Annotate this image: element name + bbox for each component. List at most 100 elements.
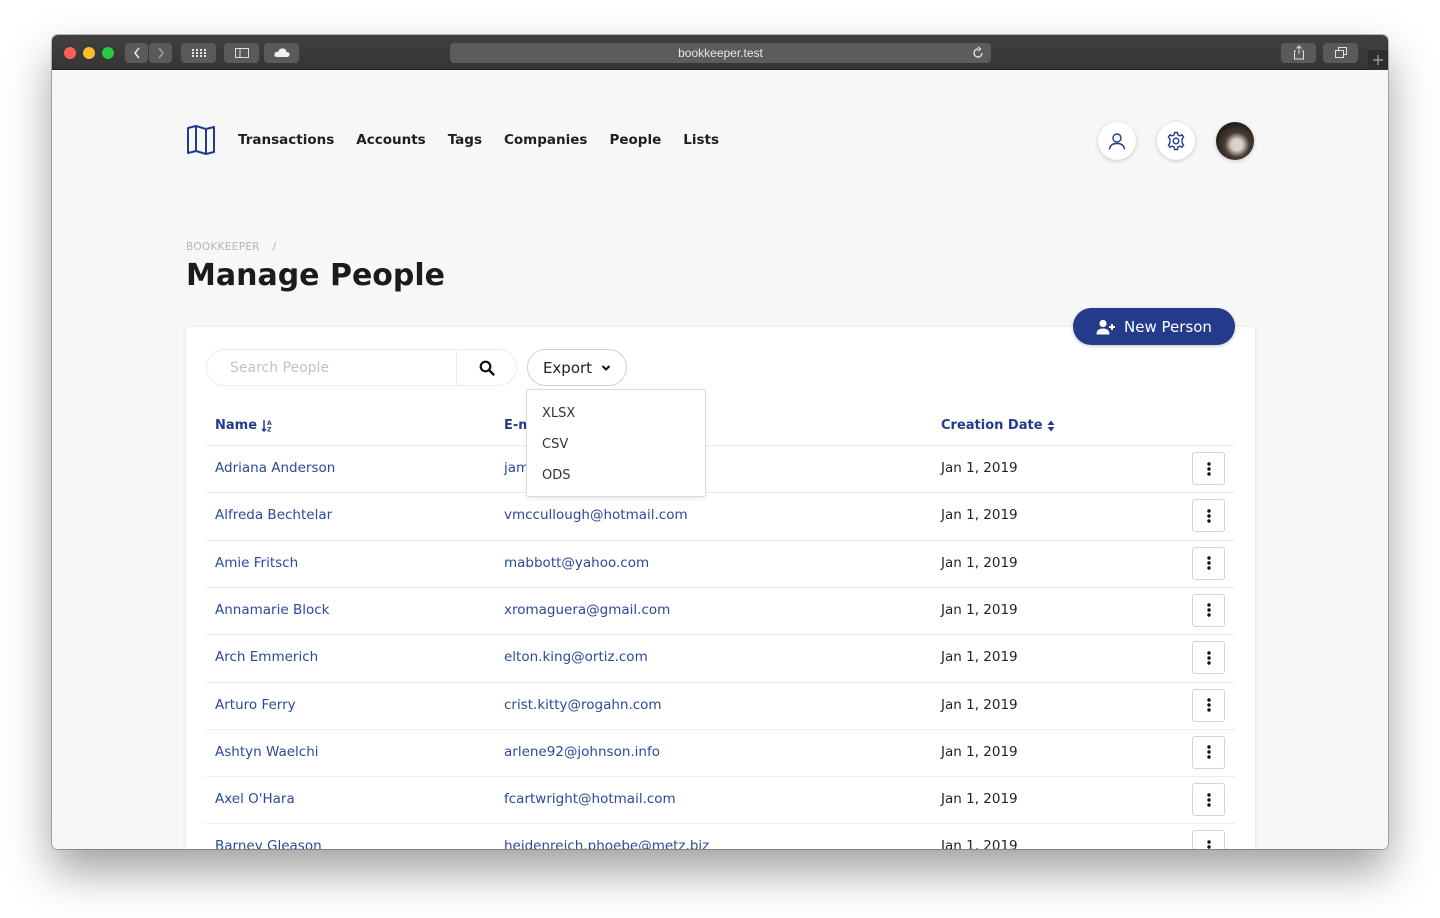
more-vertical-icon — [1206, 840, 1211, 849]
nav-people[interactable]: People — [609, 132, 661, 148]
person-email-link[interactable]: mabbott@yahoo.com — [504, 540, 649, 587]
person-name-link[interactable]: Adriana Anderson — [215, 445, 335, 492]
sort-icon — [1047, 420, 1055, 431]
table-row: Amie Fritsch mabbott@yahoo.com Jan 1, 2019 — [186, 540, 1255, 587]
new-person-button[interactable]: New Person — [1073, 308, 1235, 345]
cloud-icon — [273, 48, 290, 57]
chevron-left-icon — [133, 47, 140, 59]
row-actions-button[interactable] — [1192, 452, 1225, 485]
person-name-link[interactable]: Axel O'Hara — [215, 776, 295, 823]
more-vertical-icon — [1206, 650, 1211, 665]
user-plus-icon — [1096, 319, 1116, 334]
user-icon — [1108, 133, 1126, 150]
row-actions-button[interactable] — [1192, 783, 1225, 817]
column-header-creation-date[interactable]: Creation Date — [941, 418, 1055, 433]
table-row: Arturo Ferry crist.kitty@rogahn.com Jan 1,… — [186, 682, 1255, 729]
icloud-tabs-button[interactable] — [264, 43, 299, 63]
chevron-right-icon — [157, 47, 164, 59]
person-name-link[interactable]: Arturo Ferry — [215, 682, 296, 729]
nav-tags[interactable]: Tags — [448, 132, 482, 148]
person-name-link[interactable]: Amie Fritsch — [215, 540, 298, 587]
person-email-link[interactable]: xromaguera@gmail.com — [504, 587, 670, 634]
person-name-link[interactable]: Barney Gleason — [215, 823, 322, 849]
person-email-link[interactable]: vmccullough@hotmail.com — [504, 492, 688, 539]
nav-lists[interactable]: Lists — [683, 132, 719, 148]
minimize-window-button[interactable] — [83, 47, 95, 59]
export-dropdown-menu: XLSX CSV ODS — [526, 389, 706, 497]
row-actions-button[interactable] — [1192, 688, 1225, 722]
people-card: Export XLSX CSV ODS Name A Z E-m Cre — [186, 327, 1255, 849]
person-email-link[interactable]: elton.king@ortiz.com — [504, 634, 648, 681]
sidebar-toggle-button[interactable] — [224, 43, 259, 63]
row-actions-button[interactable] — [1192, 641, 1225, 675]
table-row: Barney Gleason heidenreich.phoebe@metz.bi… — [186, 823, 1255, 849]
share-icon — [1293, 45, 1304, 60]
search-button[interactable] — [457, 350, 517, 385]
user-profile-button[interactable] — [1098, 122, 1136, 160]
settings-button[interactable] — [1157, 122, 1195, 160]
person-email-link[interactable]: arlene92@johnson.info — [504, 729, 660, 776]
share-button[interactable] — [1281, 43, 1316, 63]
table-row: Ashtyn Waelchi arlene92@johnson.info Jan 1… — [186, 729, 1255, 776]
row-actions-button[interactable] — [1192, 593, 1225, 627]
breadcrumb-root[interactable]: BOOKKEEPER — [186, 241, 260, 253]
export-option-csv[interactable]: CSV — [527, 429, 705, 460]
column-header-name[interactable]: Name A Z — [215, 418, 274, 433]
person-name-link[interactable]: Annamarie Block — [215, 587, 329, 634]
person-creation-date: Jan 1, 2019 — [941, 838, 1018, 849]
person-creation-date: Jan 1, 2019 — [941, 743, 1018, 760]
person-name-link[interactable]: Arch Emmerich — [215, 634, 318, 681]
row-actions-button[interactable] — [1192, 830, 1225, 849]
new-person-label: New Person — [1124, 317, 1212, 336]
main-nav: Transactions Accounts Tags Companies Peo… — [186, 124, 741, 156]
person-creation-date: Jan 1, 2019 — [941, 649, 1018, 666]
search-icon — [479, 360, 495, 376]
person-email-link[interactable]: heidenreich.phoebe@metz.biz — [504, 823, 709, 849]
person-creation-date: Jan 1, 2019 — [941, 507, 1018, 524]
user-avatar[interactable] — [1216, 122, 1254, 160]
svg-text:Z: Z — [267, 427, 272, 433]
new-tab-button[interactable] — [1368, 50, 1388, 70]
address-bar[interactable]: bookkeeper.test — [450, 43, 991, 63]
more-vertical-icon — [1206, 698, 1211, 712]
breadcrumb-separator: / — [272, 241, 277, 253]
export-option-ods[interactable]: ODS — [527, 460, 705, 491]
plus-icon — [1373, 55, 1383, 65]
name-header-label: Name — [215, 418, 258, 433]
page-title: Manage People — [186, 258, 446, 293]
browser-window: bookkeeper.test Transactions Accounts Ta… — [52, 35, 1388, 849]
more-vertical-icon — [1206, 603, 1211, 618]
book-map-logo-icon[interactable] — [186, 124, 216, 156]
person-creation-date: Jan 1, 2019 — [941, 791, 1018, 808]
reload-icon[interactable] — [971, 46, 985, 60]
maximize-window-button[interactable] — [102, 47, 114, 59]
export-button[interactable]: Export — [527, 349, 627, 386]
nav-companies[interactable]: Companies — [504, 132, 587, 148]
table-row: Annamarie Block xromaguera@gmail.com Jan 1… — [186, 587, 1255, 634]
table-row: Alfreda Bechtelar vmccullough@hotmail.com… — [186, 492, 1255, 539]
person-name-link[interactable]: Alfreda Bechtelar — [215, 492, 332, 539]
gear-icon — [1167, 131, 1185, 151]
nav-accounts[interactable]: Accounts — [356, 132, 425, 148]
more-vertical-icon — [1206, 792, 1211, 807]
close-window-button[interactable] — [64, 47, 76, 59]
row-actions-button[interactable] — [1192, 735, 1225, 769]
row-actions-button[interactable] — [1192, 499, 1225, 533]
table-row: Arch Emmerich elton.king@ortiz.com Jan 1, … — [186, 634, 1255, 681]
grid-icon — [191, 49, 206, 57]
person-creation-date: Jan 1, 2019 — [941, 601, 1018, 618]
search-input[interactable] — [208, 351, 456, 384]
chevron-down-icon — [601, 364, 611, 371]
forward-button[interactable] — [149, 43, 172, 63]
person-email-link[interactable]: fcartwright@hotmail.com — [504, 776, 676, 823]
person-creation-date: Jan 1, 2019 — [941, 460, 1018, 476]
person-email-link[interactable]: crist.kitty@rogahn.com — [504, 682, 662, 729]
back-button[interactable] — [125, 43, 148, 63]
row-actions-button[interactable] — [1192, 546, 1225, 580]
person-name-link[interactable]: Ashtyn Waelchi — [215, 729, 319, 776]
tab-overview-button[interactable] — [1323, 43, 1358, 63]
top-sites-button[interactable] — [181, 43, 216, 63]
export-option-xlsx[interactable]: XLSX — [527, 398, 705, 429]
person-creation-date: Jan 1, 2019 — [941, 554, 1018, 571]
nav-transactions[interactable]: Transactions — [238, 132, 334, 148]
